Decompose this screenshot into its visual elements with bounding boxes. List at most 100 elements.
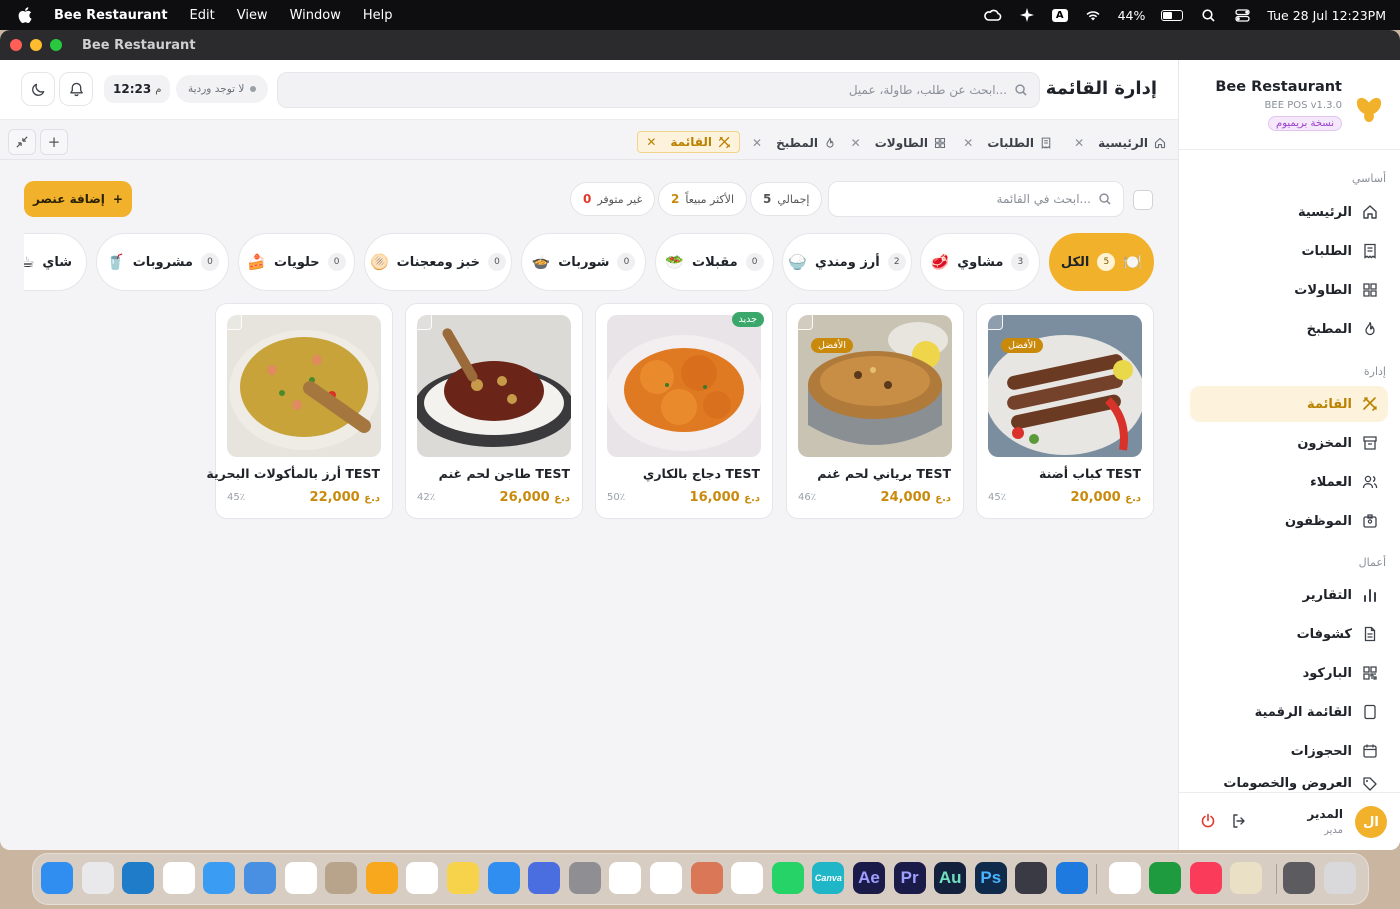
sidebar-item-menu[interactable]: القائمة xyxy=(1190,386,1388,422)
tab-orders[interactable]: ✕ الطلبات xyxy=(963,132,1052,154)
creative-cloud-icon[interactable] xyxy=(984,8,1002,22)
shift-status-badge[interactable]: لا توجد وردية xyxy=(176,75,269,103)
product-card[interactable]: جديد دجاج بالكاري TEST د.ع 16,000 50٪ xyxy=(595,303,773,519)
close-tab-icon[interactable]: ✕ xyxy=(646,135,656,149)
audition-icon[interactable]: Au xyxy=(934,862,967,894)
menu-help[interactable]: Help xyxy=(363,8,393,23)
vscode-icon[interactable] xyxy=(731,862,764,894)
app-store-icon[interactable] xyxy=(487,862,520,894)
notifications-button[interactable] xyxy=(59,72,93,106)
apple-icon[interactable] xyxy=(18,7,32,23)
avatar[interactable]: ال xyxy=(1355,806,1387,838)
sidebar-item-inventory[interactable]: المخزون xyxy=(1190,426,1388,460)
close-window-button[interactable] xyxy=(10,39,22,51)
simulator-icon[interactable] xyxy=(528,862,561,894)
spotlight-search-icon[interactable] xyxy=(1199,8,1217,22)
minimize-window-button[interactable] xyxy=(30,39,42,51)
sidebar-item-employees[interactable]: الموظفون xyxy=(1190,504,1388,538)
system-settings-icon[interactable] xyxy=(568,862,601,894)
safari-icon[interactable] xyxy=(203,862,236,894)
add-item-button[interactable]: إضافة عنصر + xyxy=(24,181,132,217)
quicktime-icon[interactable] xyxy=(1056,862,1088,894)
sidebar-item-barcode[interactable]: الباركود xyxy=(1190,656,1388,690)
category-all[interactable]: الكل 5 🍽️ xyxy=(1049,233,1154,291)
notes-icon[interactable] xyxy=(447,862,479,894)
sidebar-item-reservations[interactable]: الحجوزات xyxy=(1190,734,1388,768)
sidebar-item-customers[interactable]: العملاء xyxy=(1190,465,1388,499)
dark-mode-button[interactable] xyxy=(21,72,55,106)
contacts-icon[interactable] xyxy=(325,862,358,894)
select-all-checkbox[interactable] xyxy=(1133,190,1153,210)
control-center-icon[interactable] xyxy=(1233,8,1251,22)
zoom-window-button[interactable] xyxy=(50,39,62,51)
premiere-icon[interactable]: Pr xyxy=(893,862,926,894)
category-appetizers[interactable]: 🥗 مقبلات 0 xyxy=(655,233,774,291)
gemini-icon[interactable] xyxy=(650,862,682,894)
photos-icon[interactable] xyxy=(284,862,317,894)
product-select-checkbox[interactable] xyxy=(795,312,813,330)
new-tab-button[interactable]: + xyxy=(40,129,68,155)
edge-icon[interactable] xyxy=(122,862,155,894)
category-breads[interactable]: 🫓 خبز ومعجنات 0 xyxy=(364,233,512,291)
category-rice-mandi[interactable]: 🍚 أرز ومندي 2 xyxy=(782,233,912,291)
stat-unavailable[interactable]: 0 غير متوفر xyxy=(570,182,656,216)
textedit-icon[interactable] xyxy=(1108,862,1141,894)
sidebar-item-statements[interactable]: كشوفات xyxy=(1190,617,1388,651)
after-effects-icon[interactable]: Ae xyxy=(853,862,885,894)
close-tab-icon[interactable]: ✕ xyxy=(752,136,762,150)
claude-icon[interactable] xyxy=(690,862,723,894)
input-source-icon[interactable]: A xyxy=(1051,8,1068,22)
stat-best-selling[interactable]: 2 الأكثر مبيعاً xyxy=(658,182,747,216)
sparkle-icon[interactable] xyxy=(1018,8,1036,22)
pages-icon[interactable] xyxy=(365,862,398,894)
category-tea[interactable]: ☕ شاي xyxy=(24,233,87,291)
davinci-icon[interactable] xyxy=(1015,862,1048,894)
power-icon[interactable] xyxy=(1200,813,1216,829)
product-card[interactable]: الأفضل كباب أضنة TEST د.ع 20,000 45٪ xyxy=(976,303,1154,519)
menu-search-input[interactable]: ابحث في القائمة... xyxy=(828,181,1124,217)
menu-clock[interactable]: Tue 28 Jul 12:23PM xyxy=(1267,8,1386,23)
music-icon[interactable] xyxy=(1189,862,1222,894)
mail-icon[interactable] xyxy=(244,862,276,894)
close-tab-icon[interactable]: ✕ xyxy=(851,136,861,150)
numbers-icon[interactable] xyxy=(1149,862,1182,894)
product-card[interactable]: الأفضل برياني لحم غنم TEST د.ع 24,000 46… xyxy=(786,303,964,519)
menu-edit[interactable]: Edit xyxy=(190,8,215,23)
product-card[interactable]: أرز بالمأكولات البحرية TEST د.ع 22,000 4… xyxy=(206,303,393,519)
close-tab-icon[interactable]: ✕ xyxy=(963,136,973,150)
sidebar-item-tables[interactable]: الطاولات xyxy=(1190,273,1388,307)
category-drinks[interactable]: 🥤 مشروبات 0 xyxy=(96,233,229,291)
sidebar-item-home[interactable]: الرئيسية xyxy=(1190,195,1388,229)
menu-app-name[interactable]: Bee Restaurant xyxy=(54,8,168,23)
menu-view[interactable]: View xyxy=(237,8,268,23)
tab-tables[interactable]: ✕ الطاولات xyxy=(851,132,946,154)
product-select-checkbox[interactable] xyxy=(414,312,432,330)
close-tab-icon[interactable]: ✕ xyxy=(1074,136,1084,150)
finder-icon[interactable] xyxy=(41,862,73,894)
chatgpt-icon[interactable] xyxy=(609,862,642,894)
product-card[interactable]: طاجن لحم غنم TEST د.ع 26,000 42٪ xyxy=(405,303,583,519)
collapse-tabs-button[interactable] xyxy=(8,129,36,155)
sidebar-item-digital-menu[interactable]: القائمة الرقمية xyxy=(1190,695,1388,729)
battery-icon[interactable] xyxy=(1161,9,1184,21)
logout-icon[interactable] xyxy=(1231,813,1247,829)
sidebar-item-reports[interactable]: التقارير xyxy=(1190,578,1388,612)
chrome-icon[interactable] xyxy=(162,862,195,894)
whatsapp-icon[interactable] xyxy=(771,862,804,894)
photoshop-icon[interactable]: Ps xyxy=(974,862,1007,894)
menu-window[interactable]: Window xyxy=(290,8,341,23)
tab-home[interactable]: ✕ الرئيسية xyxy=(1074,132,1166,154)
wifi-icon[interactable] xyxy=(1084,8,1102,22)
stat-total[interactable]: 5 إجمالي xyxy=(750,182,823,216)
global-search-input[interactable]: ابحث عن طلب، طاولة، عميل... xyxy=(277,72,1040,108)
tab-kitchen[interactable]: ✕ المطبخ xyxy=(752,132,836,154)
sidebar-item-kitchen[interactable]: المطبخ xyxy=(1190,312,1388,346)
category-soups[interactable]: 🍲 شوربات 0 xyxy=(521,233,646,291)
bee-restaurant-icon[interactable] xyxy=(1230,862,1263,894)
product-select-checkbox[interactable] xyxy=(224,312,242,330)
trash-icon[interactable] xyxy=(1323,862,1356,894)
launchpad-icon[interactable] xyxy=(81,862,114,894)
sidebar-item-orders[interactable]: الطلبات xyxy=(1190,234,1388,268)
reminders-icon[interactable] xyxy=(406,862,439,894)
canva-icon[interactable]: Canva xyxy=(812,862,845,894)
